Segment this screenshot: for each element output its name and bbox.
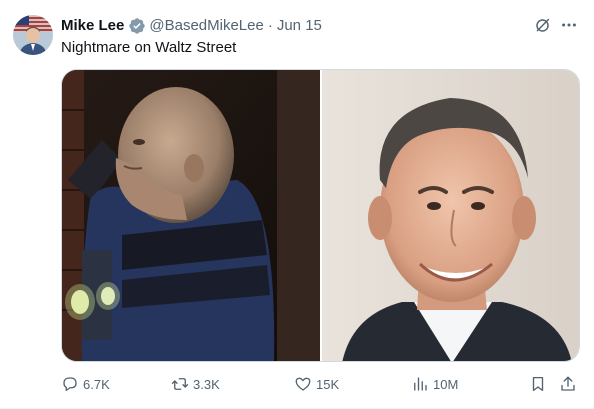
verified-badge-icon[interactable] xyxy=(128,17,146,35)
view-count: 10M xyxy=(433,376,459,392)
bookmark-button[interactable] xyxy=(529,373,547,395)
like-button[interactable]: 15K xyxy=(294,373,339,395)
share-button[interactable] xyxy=(559,373,577,395)
tweet-card[interactable]: Mike Lee @BasedMikeLee · Jun 15 Nightmar… xyxy=(0,0,594,409)
tweet-date[interactable]: Jun 15 xyxy=(277,16,322,36)
bookmark-icon xyxy=(532,376,544,392)
tweet-actions: 6.7K 3.3K 15K 10M xyxy=(61,373,581,395)
views-button[interactable]: 10M xyxy=(411,373,458,395)
separator-dot: · xyxy=(267,17,273,34)
more-horizontal-icon[interactable] xyxy=(558,14,580,36)
author-handle[interactable]: @BasedMikeLee xyxy=(149,16,263,36)
author-name[interactable]: Mike Lee xyxy=(61,16,124,36)
like-count: 15K xyxy=(316,376,340,392)
masked-figure-photo[interactable] xyxy=(62,70,320,361)
share-icon xyxy=(561,376,575,391)
avatar-image xyxy=(13,15,53,55)
reply-button[interactable]: 6.7K xyxy=(61,373,110,395)
tweet-text: Nightmare on Waltz Street xyxy=(61,39,237,56)
retweet-icon xyxy=(171,378,189,390)
retweet-count: 3.3K xyxy=(193,376,220,392)
media-grid[interactable] xyxy=(61,69,580,362)
reply-icon xyxy=(63,377,77,392)
views-icon xyxy=(414,377,427,391)
smiling-man-portrait[interactable] xyxy=(322,70,579,361)
avatar[interactable] xyxy=(13,15,53,55)
retweet-button[interactable]: 3.3K xyxy=(171,373,220,395)
reply-count: 6.7K xyxy=(83,376,110,392)
like-icon xyxy=(295,377,311,391)
tweet-header: Mike Lee @BasedMikeLee · Jun 15 xyxy=(61,16,322,36)
grok-icon[interactable] xyxy=(531,14,553,36)
